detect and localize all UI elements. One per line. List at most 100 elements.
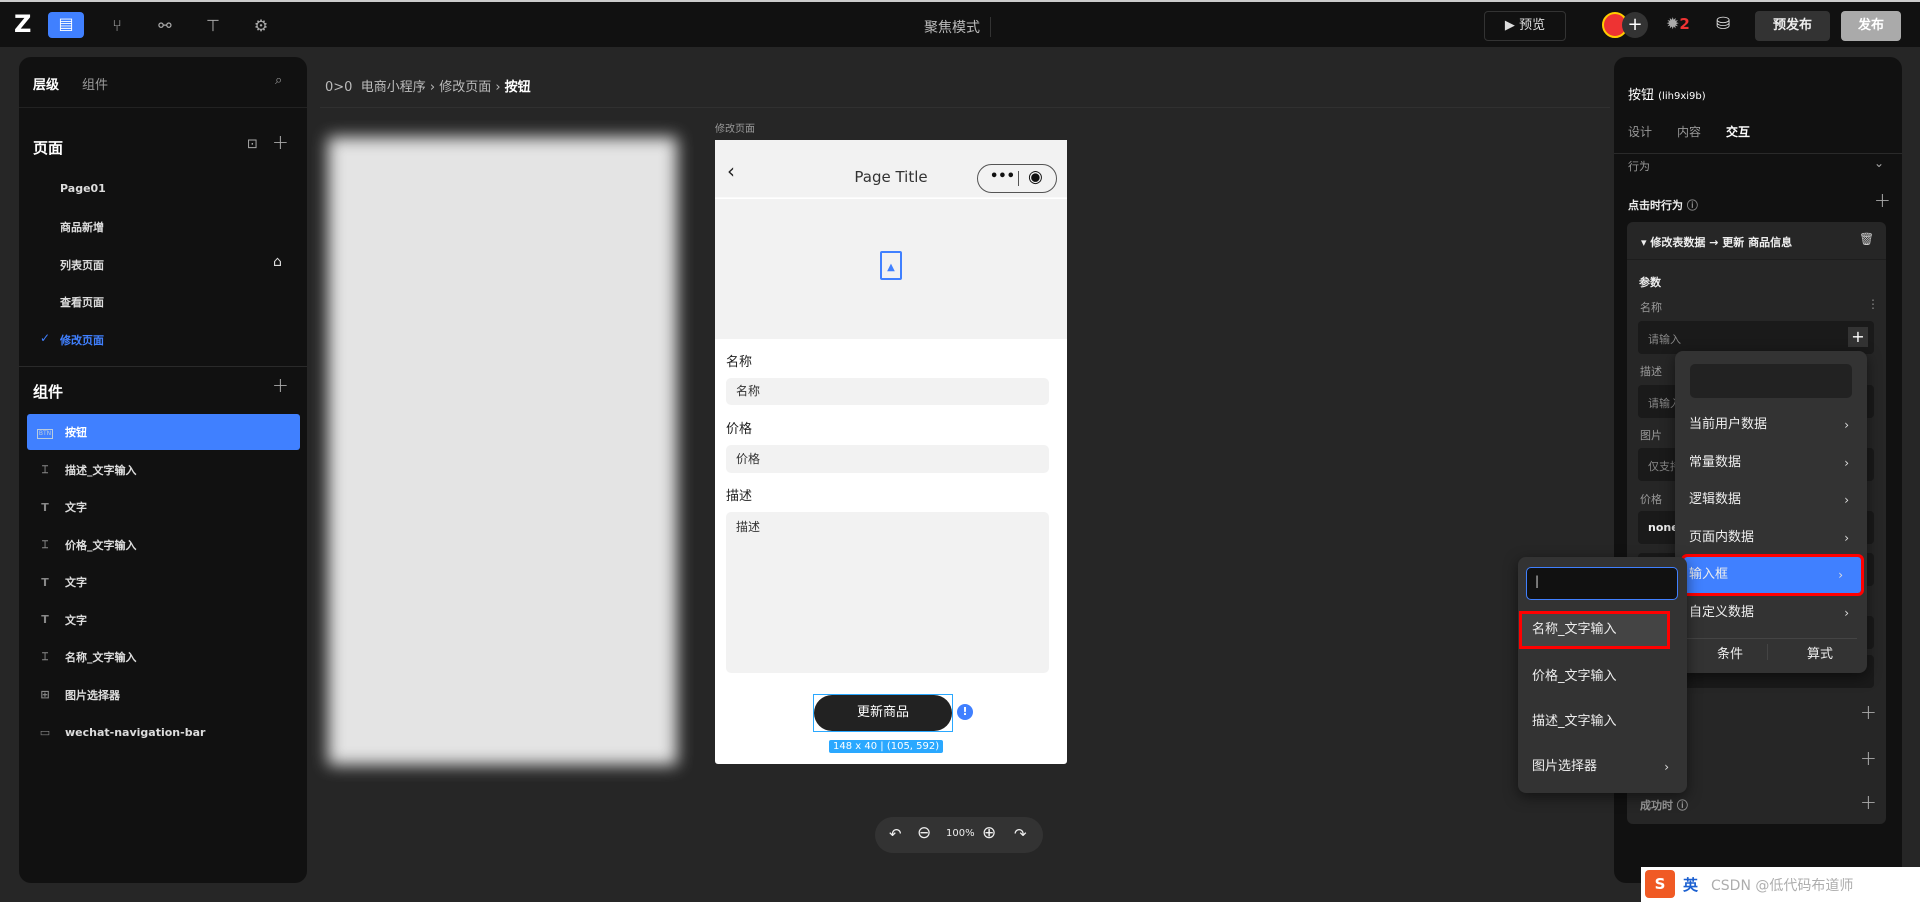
component-item[interactable]: T 文字 xyxy=(27,564,300,600)
submenu-item[interactable]: 图片选择器 › xyxy=(1518,749,1687,785)
chevron-right-icon: › xyxy=(1844,493,1849,507)
plugin-icon[interactable]: ⚯ xyxy=(152,14,178,38)
add-page-icon[interactable]: + xyxy=(272,130,289,154)
layers-view-icon[interactable]: ▤ xyxy=(48,12,84,38)
text-icon: T xyxy=(41,500,49,514)
image-picker[interactable]: ▲ xyxy=(715,199,1067,339)
database-check-icon[interactable]: ⛁ xyxy=(1716,14,1730,34)
breadcrumb-item[interactable]: 修改页面 xyxy=(439,80,491,95)
chevron-right-icon: › xyxy=(1844,455,1849,470)
submenu-search-input[interactable]: | xyxy=(1526,567,1678,600)
add-behavior-icon[interactable]: + xyxy=(1874,188,1891,212)
tab-layers[interactable]: 层级 xyxy=(33,74,59,93)
focus-mode[interactable]: 聚焦模式 xyxy=(924,17,991,37)
size-position-label: 148 x 40 | (105, 592) xyxy=(829,740,944,753)
behavior-section: 行为 xyxy=(1628,160,1650,173)
add-component-icon[interactable]: + xyxy=(272,373,289,397)
add-success-icon[interactable]: + xyxy=(1860,790,1877,814)
component-item[interactable]: ⌶ 描述_文字输入 xyxy=(27,452,300,488)
chevron-right-icon: › xyxy=(1844,605,1849,620)
component-item[interactable]: ⌶ 名称_文字输入 xyxy=(27,639,300,675)
undo-icon[interactable]: ↶ xyxy=(889,825,902,843)
data-source-menu: 当前用户数据 › 常量数据 › 逻辑数据 › 页面内数据 › 输入框 › 自定义数据 › 条件 算式 xyxy=(1675,351,1867,673)
warning-icon[interactable]: ! xyxy=(957,704,973,720)
breadcrumb-item[interactable]: 电商小程序 xyxy=(361,80,426,95)
ime-lang[interactable]: 英 xyxy=(1683,874,1698,895)
submenu-item[interactable]: 价格_文字输入 xyxy=(1518,659,1687,695)
action-header[interactable]: ▾ 修改表数据 → 更新 商品信息 xyxy=(1641,234,1792,250)
close-target-icon[interactable]: ◉ xyxy=(1028,167,1043,187)
preview-button[interactable]: ▶ 预览 xyxy=(1484,11,1566,41)
component-item[interactable]: ▭ wechat-navigation-bar xyxy=(27,714,300,750)
help-icon[interactable]: ⓘ xyxy=(1677,799,1688,812)
update-product-button[interactable]: 更新商品 xyxy=(814,695,952,731)
zoom-control: ↶ ⊖ 100% ⊕ ↷ xyxy=(875,817,1043,853)
blurred-page-preview xyxy=(328,137,677,765)
help-icon[interactable]: ⓘ xyxy=(1687,199,1698,212)
submenu-item[interactable]: 描述_文字输入 xyxy=(1518,704,1687,740)
add-icon[interactable]: + xyxy=(1860,700,1877,724)
submenu-item[interactable]: 名称_文字输入 xyxy=(1519,611,1670,649)
data-icon[interactable]: ⊤ xyxy=(200,14,226,38)
menu-item[interactable]: 常量数据 › xyxy=(1675,445,1867,481)
formula-button[interactable]: 算式 xyxy=(1785,643,1855,662)
pages-title: 页面 xyxy=(33,139,64,157)
capsule-menu[interactable]: ••• ◉ xyxy=(977,164,1057,193)
settings-icon[interactable]: ⚙ xyxy=(248,14,274,38)
prepublish-button[interactable]: 预发布 xyxy=(1755,11,1830,41)
menu-item[interactable]: 当前用户数据 › xyxy=(1675,407,1867,443)
delete-icon[interactable]: 🗑 xyxy=(1859,232,1874,246)
menu-item[interactable]: 输入框 › xyxy=(1681,554,1864,596)
tab-interaction[interactable]: 交互 xyxy=(1726,123,1750,140)
param-label: 名称 xyxy=(1640,301,1662,314)
page-item[interactable]: 查看页面 xyxy=(60,294,104,310)
tab-design[interactable]: 设计 xyxy=(1628,123,1652,140)
add-icon[interactable]: + xyxy=(1860,746,1877,770)
menu-item[interactable]: 页面内数据 › xyxy=(1675,520,1867,556)
bug-icon[interactable]: ✹2 xyxy=(1666,14,1690,33)
phone-page: ‹ Page Title ••• ◉ ▲ 名称 名称 价格 价格 描述 描述 更… xyxy=(715,140,1067,764)
flow-icon[interactable]: ⑂ xyxy=(104,14,130,38)
page-item[interactable]: 列表页面 xyxy=(60,257,104,273)
search-icon[interactable]: ⌕ xyxy=(275,73,282,88)
home-icon[interactable]: ⌂ xyxy=(273,254,282,270)
ime-toolbar: S 英 CSDN @低代码布道师 xyxy=(1641,867,1920,902)
tab-content[interactable]: 内容 xyxy=(1677,123,1701,140)
sogou-logo-icon[interactable]: S xyxy=(1645,870,1675,898)
play-icon: ▶ xyxy=(1504,18,1520,33)
price-input[interactable]: 价格 xyxy=(726,445,1049,473)
zoom-out-icon[interactable]: ⊖ xyxy=(917,823,931,843)
condition-button[interactable]: 条件 xyxy=(1695,643,1765,662)
click-behavior-label: 点击时行为 ⓘ xyxy=(1628,199,1698,212)
bind-data-plus-icon[interactable]: + xyxy=(1848,327,1868,347)
collapse-icon[interactable]: ⌄ xyxy=(1874,156,1884,170)
page-frame-label: 修改页面 xyxy=(715,124,755,135)
name-input[interactable]: 名称 xyxy=(726,378,1049,405)
menu-item[interactable]: 自定义数据 › xyxy=(1675,595,1867,631)
add-folder-icon[interactable]: ⊡ xyxy=(247,137,258,152)
more-icon[interactable]: ••• xyxy=(990,169,1015,184)
component-item[interactable]: ⊞ 图片选择器 xyxy=(27,677,300,713)
page-item[interactable]: Page01 xyxy=(60,182,106,195)
redo-icon[interactable]: ↷ xyxy=(1014,825,1027,843)
menu-search-input[interactable] xyxy=(1690,364,1852,398)
component-item[interactable]: ⌶ 价格_文字输入 xyxy=(27,527,300,563)
publish-button[interactable]: 发布 xyxy=(1841,11,1901,41)
tab-components[interactable]: 组件 xyxy=(82,74,108,93)
component-item[interactable]: T 文字 xyxy=(27,602,300,638)
page-item[interactable]: 商品新增 xyxy=(60,219,104,235)
more-vertical-icon[interactable]: ⋮ xyxy=(1867,297,1879,311)
check-icon: ✓ xyxy=(40,331,51,345)
zoom-in-icon[interactable]: ⊕ xyxy=(982,823,996,843)
chevron-right-icon: › xyxy=(1844,418,1849,432)
chevron-right-icon: › xyxy=(1838,568,1843,582)
param-name-input[interactable]: 请输入 xyxy=(1638,321,1874,354)
description-textarea[interactable]: 描述 xyxy=(726,512,1049,673)
component-item[interactable]: T 文字 xyxy=(27,489,300,525)
component-item[interactable]: BTN 按钮 xyxy=(27,414,300,450)
invite-plus-icon[interactable]: + xyxy=(1622,12,1648,38)
menu-item[interactable]: 逻辑数据 › xyxy=(1675,482,1867,518)
component-code-icon: 0>0 xyxy=(325,80,353,95)
wechat-navigation-bar[interactable]: ‹ Page Title ••• ◉ xyxy=(715,140,1067,198)
page-item-active[interactable]: 修改页面 xyxy=(60,332,104,348)
